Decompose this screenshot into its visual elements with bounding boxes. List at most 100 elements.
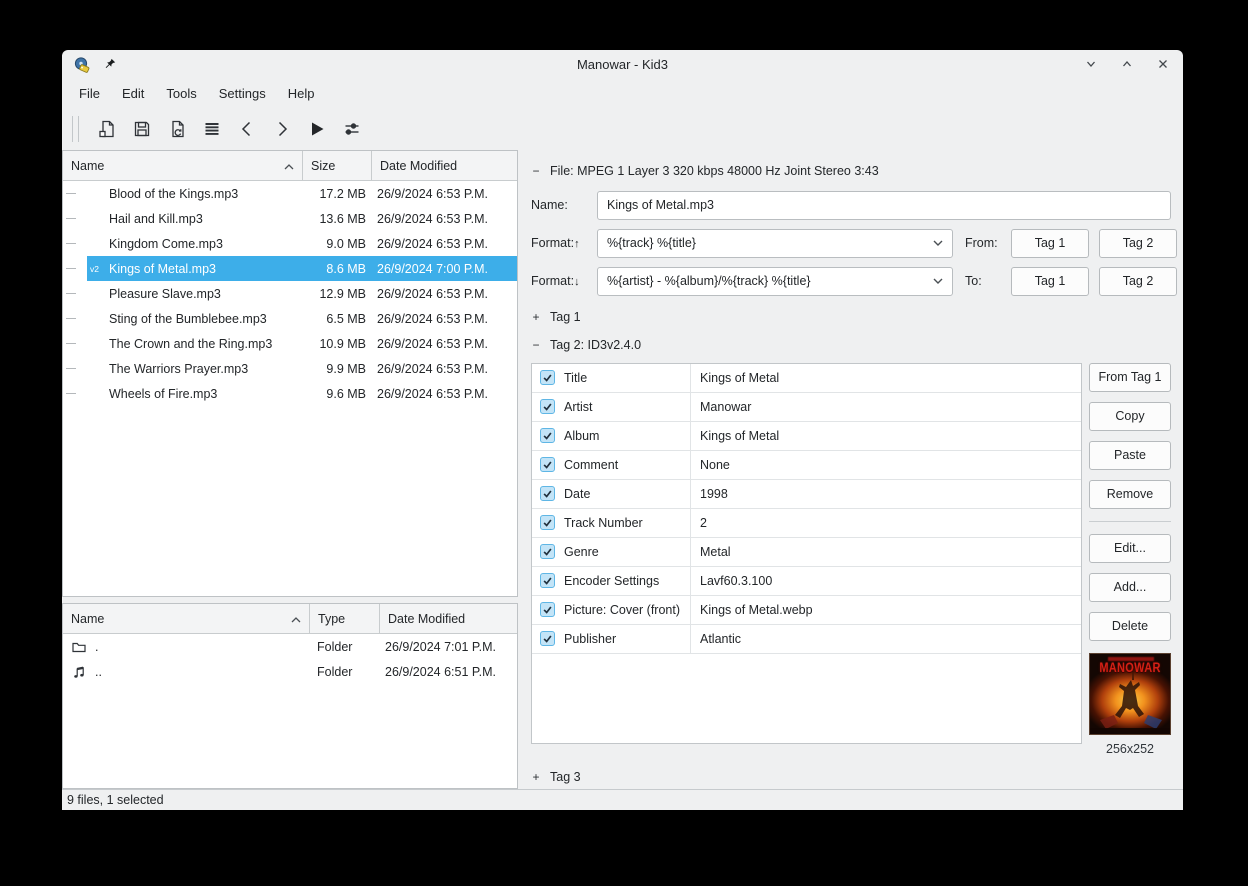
- file-row[interactable]: Kingdom Come.mp3 9.0 MB 26/9/2024 6:53 P…: [63, 231, 517, 256]
- add-button[interactable]: Add...: [1089, 573, 1171, 602]
- file-row[interactable]: Sting of the Bumblebee.mp3 6.5 MB 26/9/2…: [63, 306, 517, 331]
- frame-value[interactable]: Kings of Metal: [690, 364, 1081, 392]
- frame-value[interactable]: Kings of Metal: [690, 422, 1081, 450]
- frame-checkbox[interactable]: [540, 370, 555, 385]
- folder-row[interactable]: . Folder 26/9/2024 7:01 P.M.: [63, 634, 517, 659]
- tag-frame-row[interactable]: Comment None: [532, 451, 1081, 480]
- edit-button[interactable]: Edit...: [1089, 534, 1171, 563]
- frame-value[interactable]: Atlantic: [690, 625, 1081, 653]
- folder-column-type[interactable]: Type: [309, 604, 379, 633]
- configure-icon[interactable]: [337, 114, 367, 144]
- file-row[interactable]: The Crown and the Ring.mp3 10.9 MB 26/9/…: [63, 331, 517, 356]
- copy-button[interactable]: Copy: [1089, 402, 1171, 431]
- menu-item[interactable]: Edit: [111, 82, 155, 105]
- revert-icon[interactable]: [162, 114, 192, 144]
- file-row[interactable]: Blood of the Kings.mp3 17.2 MB 26/9/2024…: [63, 181, 517, 206]
- frame-checkbox[interactable]: [540, 631, 555, 646]
- frame-value[interactable]: Kings of Metal.webp: [690, 596, 1081, 624]
- tag-frame-row[interactable]: Track Number 2: [532, 509, 1081, 538]
- menu-item[interactable]: Settings: [208, 82, 277, 105]
- tag3-section-header[interactable]: + Tag 3: [531, 766, 1171, 789]
- previous-file-icon[interactable]: [232, 114, 262, 144]
- to-tag2-target-button[interactable]: Tag 2: [1099, 267, 1177, 296]
- expand-icon[interactable]: +: [531, 770, 541, 784]
- save-icon[interactable]: [127, 114, 157, 144]
- file-column-name[interactable]: Name: [63, 151, 302, 180]
- frame-value[interactable]: Lavf60.3.100: [690, 567, 1081, 595]
- from-tag1-source-button[interactable]: Tag 1: [1011, 229, 1089, 258]
- file-size: 9.9 MB: [302, 362, 371, 376]
- tag1-section-header[interactable]: + Tag 1: [531, 306, 1171, 329]
- file-column-date[interactable]: Date Modified: [371, 151, 517, 180]
- frame-checkbox[interactable]: [540, 573, 555, 588]
- chevron-down-icon: [933, 278, 943, 284]
- expand-icon[interactable]: +: [531, 310, 541, 324]
- frame-checkbox[interactable]: [540, 602, 555, 617]
- to-tag1-target-button[interactable]: Tag 1: [1011, 267, 1089, 296]
- maximize-icon[interactable]: [1119, 56, 1135, 72]
- file-list-header: Name Size Date Modified: [63, 151, 517, 181]
- tag-frame-row[interactable]: Date 1998: [532, 480, 1081, 509]
- frame-checkbox[interactable]: [540, 399, 555, 414]
- file-column-size[interactable]: Size: [302, 151, 371, 180]
- frame-checkbox[interactable]: [540, 544, 555, 559]
- button-divider: [1089, 521, 1171, 522]
- open-file-icon[interactable]: [92, 114, 122, 144]
- collapse-icon[interactable]: −: [531, 338, 541, 352]
- file-name: The Crown and the Ring.mp3: [109, 337, 302, 351]
- paste-button[interactable]: Paste: [1089, 441, 1171, 470]
- tag-frame-row[interactable]: Artist Manowar: [532, 393, 1081, 422]
- frame-label: Publisher: [564, 632, 616, 646]
- file-row[interactable]: Pleasure Slave.mp3 12.9 MB 26/9/2024 6:5…: [63, 281, 517, 306]
- select-all-icon[interactable]: [197, 114, 227, 144]
- file-row[interactable]: Hail and Kill.mp3 13.6 MB 26/9/2024 6:53…: [63, 206, 517, 231]
- frame-value[interactable]: Metal: [690, 538, 1081, 566]
- pin-icon[interactable]: [103, 57, 117, 71]
- titlebar[interactable]: Manowar - Kid3: [62, 50, 1183, 78]
- from-tag1-button[interactable]: From Tag 1: [1089, 363, 1171, 392]
- folder-row[interactable]: .. Folder 26/9/2024 6:51 P.M.: [63, 659, 517, 684]
- toolbar-drag-handle[interactable]: [72, 116, 79, 142]
- frame-checkbox[interactable]: [540, 428, 555, 443]
- collapse-icon[interactable]: −: [531, 164, 541, 178]
- tag-frame-row[interactable]: Album Kings of Metal: [532, 422, 1081, 451]
- frame-checkbox[interactable]: [540, 486, 555, 501]
- frame-value[interactable]: 2: [690, 509, 1081, 537]
- delete-button[interactable]: Delete: [1089, 612, 1171, 641]
- tag-frame-row[interactable]: Publisher Atlantic: [532, 625, 1081, 654]
- album-art-thumbnail[interactable]: MANOWAR: [1089, 653, 1171, 735]
- next-file-icon[interactable]: [267, 114, 297, 144]
- format-down-combobox[interactable]: %{artist} - %{album}/%{track} %{title}: [597, 267, 953, 296]
- frame-value[interactable]: None: [690, 451, 1081, 479]
- close-icon[interactable]: [1155, 56, 1171, 72]
- from-tag2-source-button[interactable]: Tag 2: [1099, 229, 1177, 258]
- menu-item[interactable]: File: [68, 82, 111, 105]
- frame-checkbox[interactable]: [540, 515, 555, 530]
- menu-item[interactable]: Tools: [155, 82, 207, 105]
- tree-branch-icon: [63, 206, 87, 231]
- minimize-icon[interactable]: [1083, 56, 1099, 72]
- file-info-section[interactable]: − File: MPEG 1 Layer 3 320 kbps 48000 Hz…: [531, 160, 1171, 182]
- frame-value[interactable]: Manowar: [690, 393, 1081, 421]
- folder-column-date[interactable]: Date Modified: [379, 604, 517, 633]
- file-name: Sting of the Bumblebee.mp3: [109, 312, 302, 326]
- frame-value[interactable]: 1998: [690, 480, 1081, 508]
- tag2-section-header[interactable]: − Tag 2: ID3v2.4.0: [531, 333, 1171, 356]
- remove-button[interactable]: Remove: [1089, 480, 1171, 509]
- file-row[interactable]: Wheels of Fire.mp3 9.6 MB 26/9/2024 6:53…: [63, 381, 517, 406]
- file-size: 13.6 MB: [302, 212, 371, 226]
- tag-frame-row[interactable]: Title Kings of Metal: [532, 364, 1081, 393]
- frame-checkbox[interactable]: [540, 457, 555, 472]
- filename-input[interactable]: [597, 191, 1171, 220]
- play-icon[interactable]: [302, 114, 332, 144]
- file-size: 12.9 MB: [302, 287, 371, 301]
- menu-item[interactable]: Help: [277, 82, 326, 105]
- folder-column-name[interactable]: Name: [63, 604, 309, 633]
- tag-frame-row[interactable]: Picture: Cover (front) Kings of Metal.we…: [532, 596, 1081, 625]
- format-up-combobox[interactable]: %{track} %{title}: [597, 229, 953, 258]
- file-row[interactable]: The Warriors Prayer.mp3 9.9 MB 26/9/2024…: [63, 356, 517, 381]
- frame-label: Track Number: [564, 516, 643, 530]
- tag-frame-row[interactable]: Genre Metal: [532, 538, 1081, 567]
- tag-frame-row[interactable]: Encoder Settings Lavf60.3.100: [532, 567, 1081, 596]
- file-row[interactable]: v2 Kings of Metal.mp3 8.6 MB 26/9/2024 7…: [63, 256, 517, 281]
